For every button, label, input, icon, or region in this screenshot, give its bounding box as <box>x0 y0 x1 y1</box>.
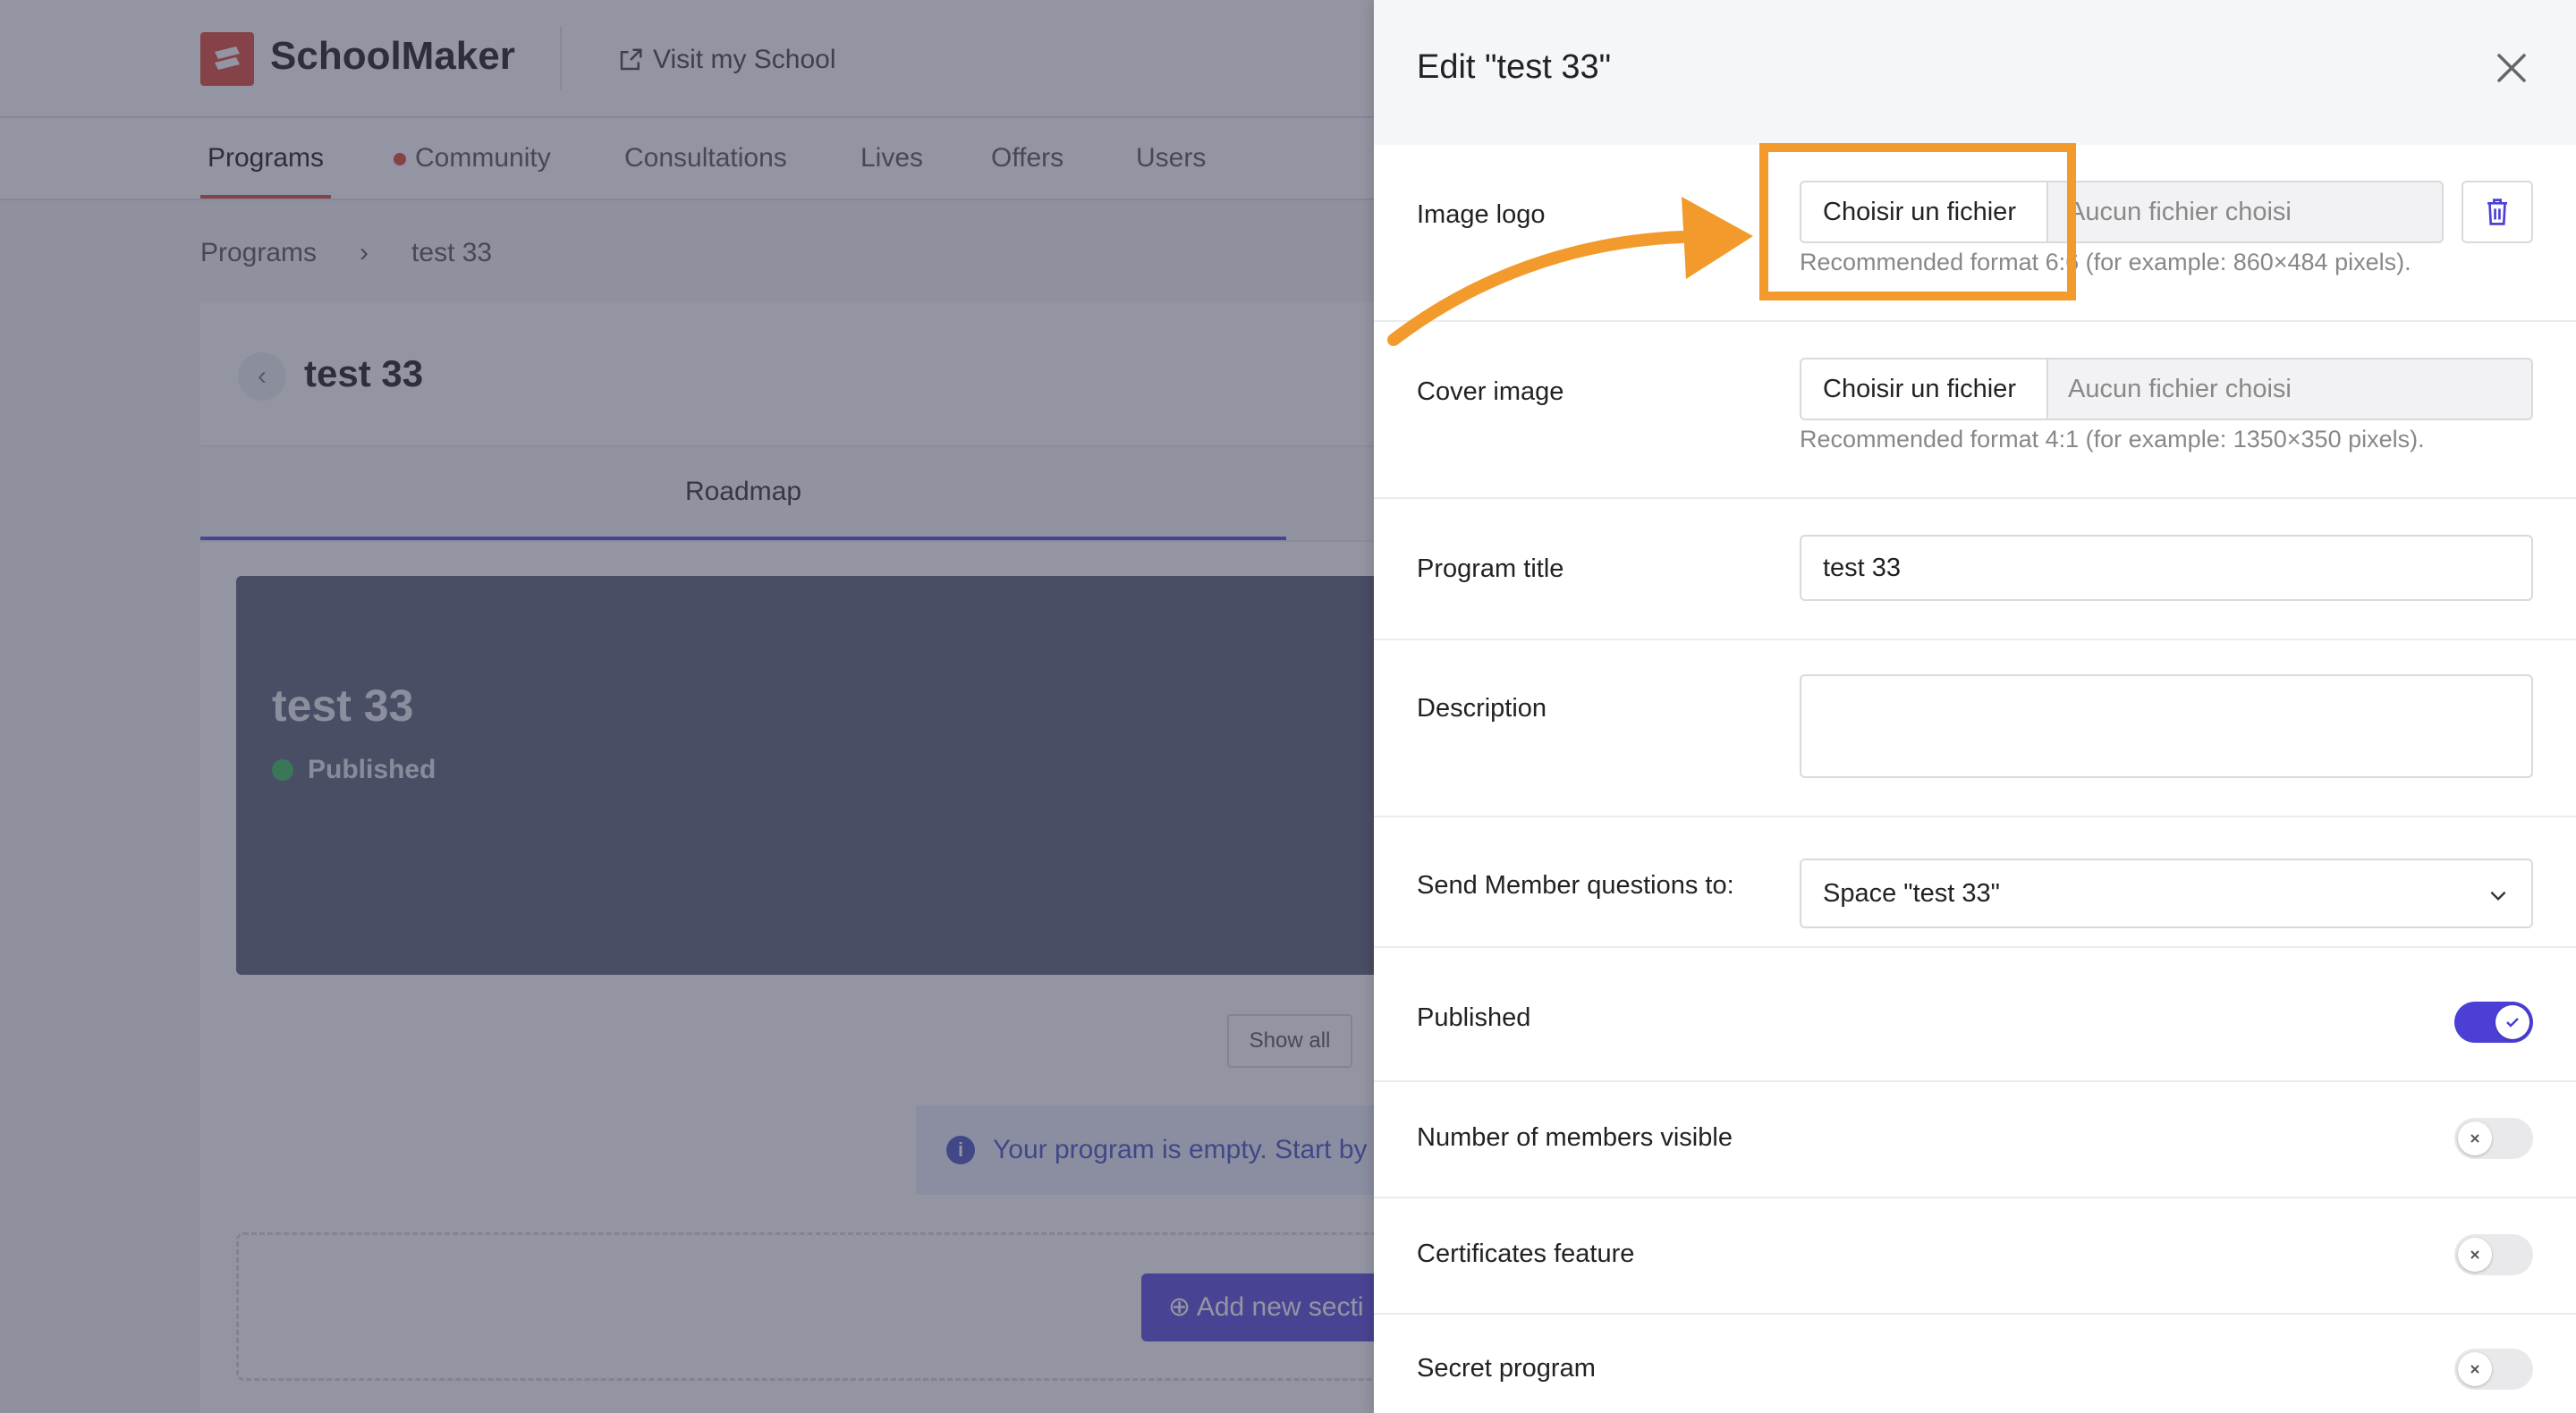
check-icon <box>2506 1018 2519 1028</box>
member-questions-select[interactable]: Space "test 33" <box>1800 859 2533 928</box>
certificates-toggle[interactable] <box>2454 1234 2533 1275</box>
secret-program-toggle[interactable] <box>2454 1349 2533 1390</box>
close-icon[interactable] <box>2494 50 2529 86</box>
members-visible-label: Number of members visible <box>1417 1123 1733 1152</box>
program-title-label: Program title <box>1417 554 1564 583</box>
delete-logo-button[interactable] <box>2462 181 2533 243</box>
member-questions-value: Space "test 33" <box>1823 879 2000 908</box>
description-row: Description <box>1374 639 2576 817</box>
toggle-knob <box>2458 1352 2492 1386</box>
secret-program-row: Secret program <box>1374 1313 2576 1413</box>
cover-image-label: Cover image <box>1417 377 1564 406</box>
members-visible-toggle[interactable] <box>2454 1118 2533 1159</box>
cover-image-file-input[interactable]: Choisir un fichier Aucun fichier choisi <box>1800 358 2533 420</box>
published-row: Published <box>1374 946 2576 1082</box>
program-title-row: Program title test 33 <box>1374 497 2576 640</box>
certificates-label: Certificates feature <box>1417 1240 1635 1268</box>
panel-title: Edit "test 33" <box>1417 48 1612 86</box>
members-visible-row: Number of members visible <box>1374 1080 2576 1198</box>
cover-image-file-name: Aucun fichier choisi <box>2068 374 2292 403</box>
published-label: Published <box>1417 1003 1531 1032</box>
annotation-highlight-box <box>1759 143 2076 300</box>
certificates-row: Certificates feature <box>1374 1197 2576 1315</box>
x-icon <box>2470 1250 2479 1259</box>
cover-image-hint: Recommended format 4:1 (for example: 135… <box>1800 426 2425 453</box>
panel-header: Edit "test 33" <box>1374 0 2576 145</box>
member-questions-label: Send Member questions to: <box>1417 871 1734 900</box>
modal-backdrop[interactable] <box>0 0 1374 1413</box>
description-textarea[interactable] <box>1800 674 2533 778</box>
toggle-knob <box>2496 1005 2529 1039</box>
program-title-input[interactable]: test 33 <box>1800 535 2533 601</box>
toggle-knob <box>2458 1238 2492 1272</box>
x-icon <box>2470 1365 2479 1374</box>
secret-program-label: Secret program <box>1417 1354 1596 1383</box>
chevron-down-icon <box>2490 891 2506 901</box>
cover-image-choose-button[interactable]: Choisir un fichier <box>1801 360 2048 419</box>
trash-icon <box>2487 199 2507 225</box>
annotation-arrow-icon <box>1387 197 1753 346</box>
image-logo-file-name: Aucun fichier choisi <box>2068 197 2292 226</box>
toggle-knob <box>2458 1121 2492 1155</box>
x-icon <box>2470 1134 2479 1143</box>
published-toggle[interactable] <box>2454 1002 2533 1043</box>
member-questions-row: Send Member questions to: Space "test 33… <box>1374 816 2576 948</box>
description-label: Description <box>1417 694 1547 723</box>
